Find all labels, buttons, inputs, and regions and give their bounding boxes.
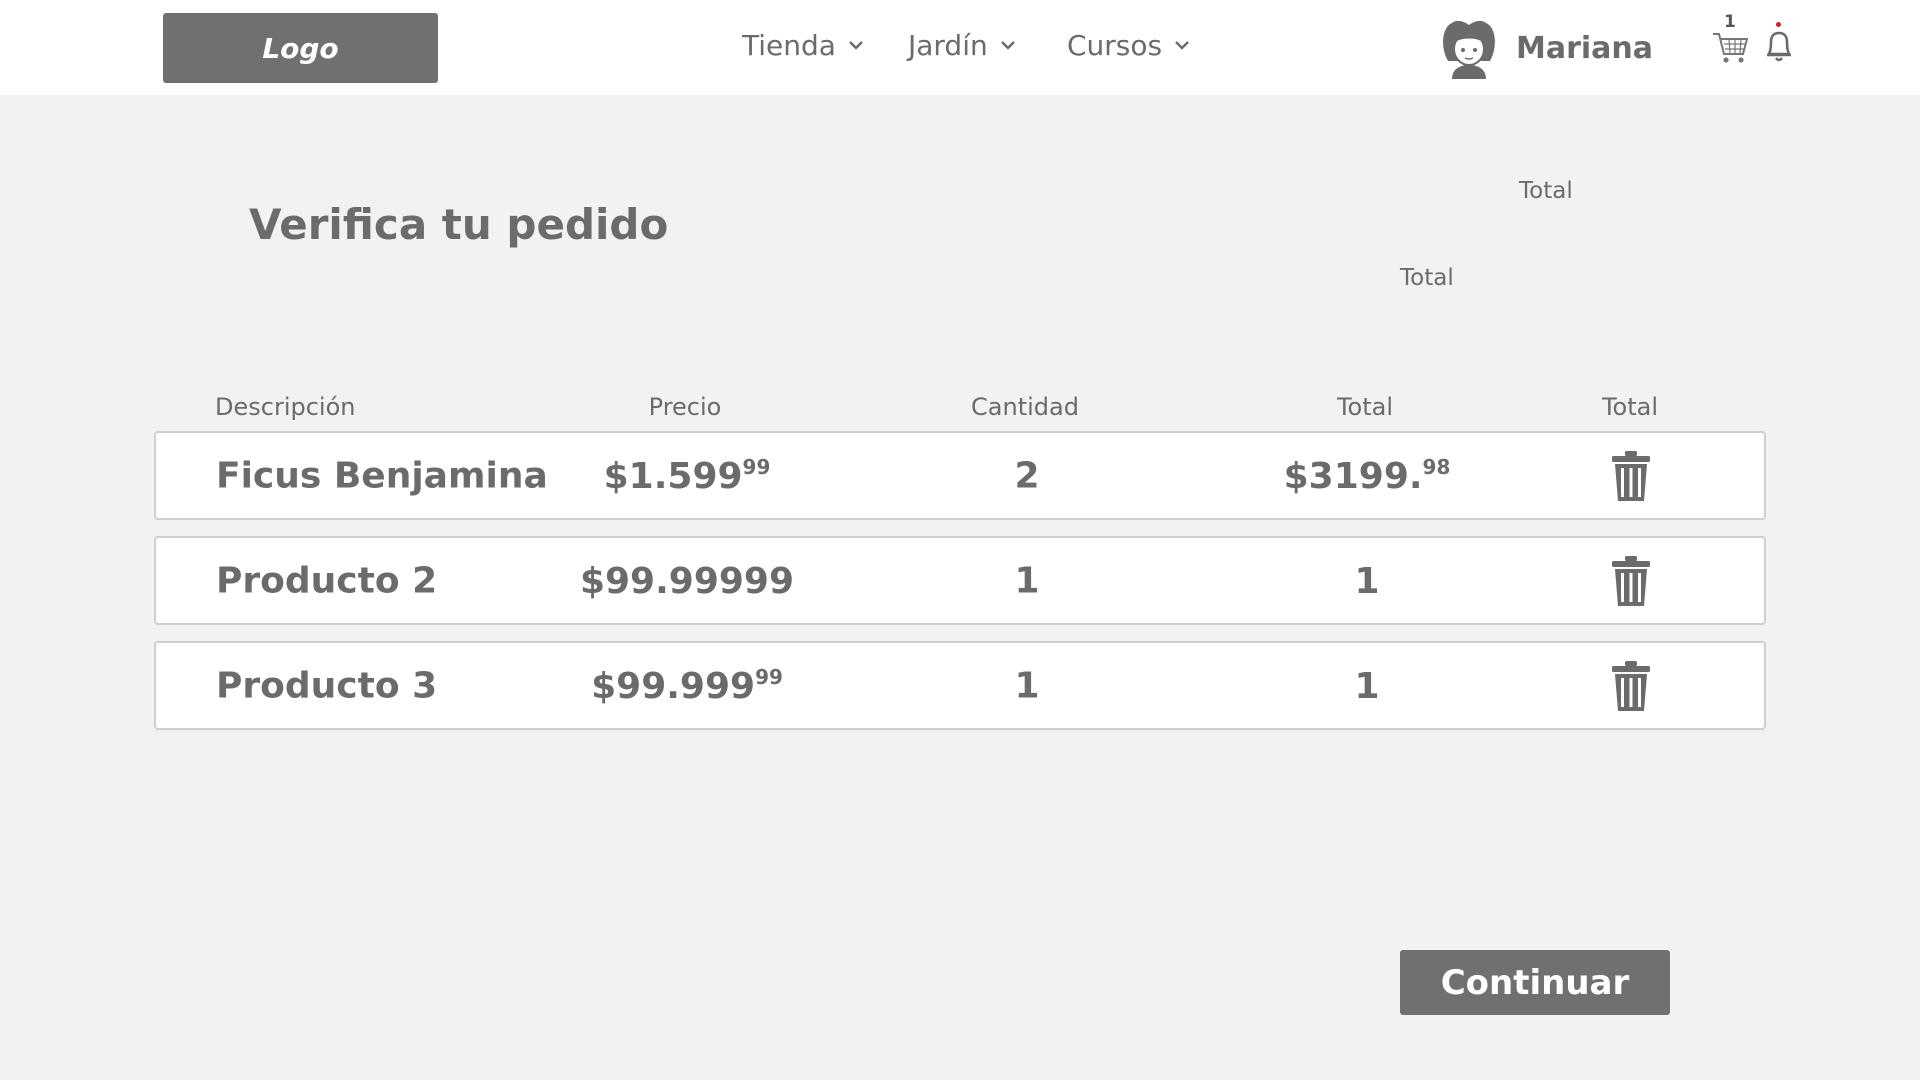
item-price: $99.99999 (579, 560, 795, 602)
item-total: 1 (1354, 665, 1380, 707)
nav-item-tienda[interactable]: Tienda (742, 22, 864, 68)
girl-avatar-icon (1438, 17, 1500, 79)
summary-total-label: Total (1519, 178, 1573, 204)
trash-icon[interactable] (1610, 450, 1652, 502)
continue-button[interactable]: Continuar (1400, 950, 1670, 1015)
column-header-price: Precio (648, 393, 722, 421)
column-header-total: Total (1336, 393, 1394, 421)
table-row: Ficus Benjamina $1.59999 2 $3199.98 (154, 431, 1766, 520)
item-total: 1 (1354, 560, 1380, 602)
chevron-down-icon (1000, 40, 1016, 50)
chevron-down-icon (848, 40, 864, 50)
top-navigation-bar: Logo Tienda Jardín Cursos Mariana 1 (0, 0, 1920, 95)
shopping-cart-icon[interactable] (1711, 28, 1749, 66)
nav-item-jardin[interactable]: Jardín (908, 22, 1016, 68)
table-row: Producto 3 $99.99999 1 1 (154, 641, 1766, 730)
item-description: Ficus Benjamina (216, 455, 548, 496)
notification-dot (1776, 22, 1781, 27)
item-total: $3199.98 (1283, 454, 1451, 497)
item-price: $99.99999 (591, 664, 783, 707)
item-quantity: 1 (1014, 665, 1040, 706)
trash-icon[interactable] (1610, 660, 1652, 712)
nav-item-label: Jardín (908, 28, 988, 62)
item-quantity: 1 (1014, 560, 1040, 601)
column-header-quantity: Cantidad (971, 393, 1079, 421)
bell-icon[interactable] (1764, 28, 1794, 64)
trash-icon[interactable] (1610, 555, 1652, 607)
summary-total-label-secondary: Total (1400, 265, 1454, 291)
chevron-down-icon (1174, 40, 1190, 50)
nav-item-cursos[interactable]: Cursos (1067, 22, 1190, 68)
table-row: Producto 2 $99.99999 1 1 (154, 536, 1766, 625)
page-title: Verifica tu pedido (249, 200, 669, 249)
user-name: Mariana (1516, 30, 1654, 66)
column-header-total-actions: Total (1601, 393, 1659, 421)
logo[interactable]: Logo (163, 13, 438, 83)
logo-label: Logo (262, 31, 339, 65)
item-description: Producto 2 (216, 560, 438, 601)
item-description: Producto 3 (216, 665, 438, 706)
item-quantity: 2 (1014, 455, 1040, 496)
nav-item-label: Tienda (742, 28, 836, 62)
nav-item-label: Cursos (1067, 28, 1163, 62)
column-header-description: Descripción (215, 393, 356, 421)
user-menu[interactable]: Mariana (1438, 16, 1653, 80)
item-price: $1.59999 (603, 454, 771, 497)
